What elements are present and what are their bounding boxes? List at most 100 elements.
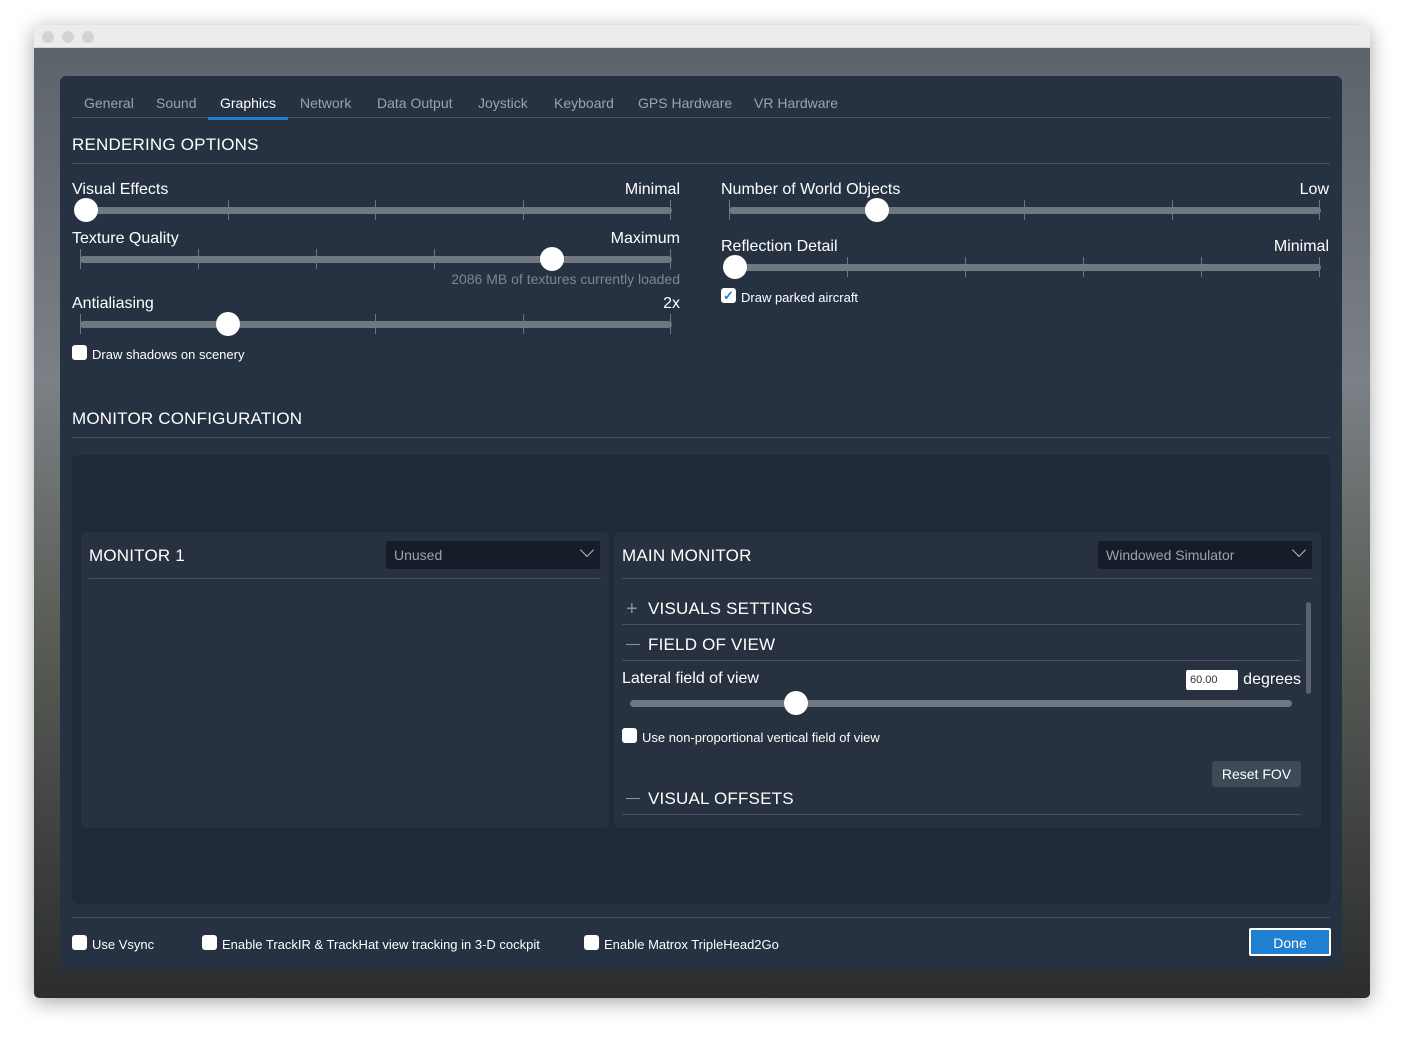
slider-tick <box>522 314 524 334</box>
trackir-checkbox[interactable] <box>202 935 217 950</box>
slider-tick <box>847 257 848 277</box>
zoom-window-button[interactable] <box>82 31 94 43</box>
tab-bar: General Sound Graphics Network Data Output Jo… <box>72 90 1330 120</box>
texture-quality-value: Maximum <box>610 230 680 247</box>
slider-tick <box>670 249 671 269</box>
divider <box>622 578 1313 579</box>
close-window-button[interactable] <box>42 31 54 43</box>
visual-effects-value: Minimal <box>624 181 680 198</box>
draw-shadows-label: Draw shadows on scenery <box>92 347 245 362</box>
reflection-detail-value: Minimal <box>1273 238 1329 255</box>
slider-tick <box>80 314 81 334</box>
slider-thumb[interactable] <box>215 312 240 336</box>
slider-tick <box>80 249 81 269</box>
matrox-checkbox[interactable] <box>584 935 599 950</box>
slider-tick <box>375 200 376 220</box>
divider <box>622 814 1301 815</box>
antialiasing-value: 2x <box>663 295 680 312</box>
monitor-1-card: MONITOR 1 Unused <box>81 532 609 828</box>
slider-tick <box>670 314 671 334</box>
reflection-detail-slider[interactable] <box>723 255 1321 279</box>
slider-thumb[interactable] <box>540 247 564 271</box>
world-objects-label: Number of World Objects <box>721 181 901 198</box>
minimize-window-button[interactable] <box>62 31 74 43</box>
slider-tick <box>1319 200 1320 220</box>
divider <box>89 578 601 579</box>
title-bar <box>34 25 1370 48</box>
visual-offsets-heading: VISUAL OFFSETS <box>648 789 794 808</box>
draw-shadows-checkbox[interactable] <box>72 345 87 360</box>
slider-thumb[interactable] <box>783 691 808 715</box>
divider <box>622 660 1301 661</box>
tab-network[interactable]: Network <box>300 95 351 111</box>
parked-aircraft-checkbox[interactable]: ✓ <box>721 288 736 303</box>
tab-keyboard[interactable]: Keyboard <box>554 95 614 111</box>
vsync-checkbox[interactable] <box>72 935 87 950</box>
visuals-settings-section-toggle[interactable]: + VISUALS SETTINGS <box>622 596 1301 624</box>
main-monitor-select[interactable]: Windowed Simulator <box>1098 541 1312 569</box>
slider-tick <box>729 200 730 220</box>
main-monitor-title: MAIN MONITOR <box>622 546 752 565</box>
divider <box>72 437 1330 438</box>
slider-tick <box>965 257 966 277</box>
tab-graphics[interactable]: Graphics <box>207 95 289 120</box>
tab-general[interactable]: General <box>84 95 134 111</box>
field-of-view-section-toggle[interactable]: FIELD OF VIEW <box>622 632 1301 660</box>
lateral-fov-input[interactable]: 60.00 <box>1186 670 1238 690</box>
tab-vr-hardware[interactable]: VR Hardware <box>754 95 838 111</box>
divider <box>622 624 1301 625</box>
done-button[interactable]: Done <box>1249 928 1331 956</box>
texture-quality-slider[interactable] <box>80 247 672 271</box>
trackir-label: Enable TrackIR & TrackHat view tracking … <box>222 937 540 952</box>
minus-icon <box>626 644 640 645</box>
main-monitor-card: MAIN MONITOR Windowed Simulator + VISUAL… <box>614 532 1321 828</box>
tab-gps-hardware[interactable]: GPS Hardware <box>638 95 732 111</box>
tab-data-output[interactable]: Data Output <box>377 95 453 111</box>
rendering-options-heading: RENDERING OPTIONS <box>72 135 259 154</box>
lateral-fov-slider[interactable] <box>630 691 1292 715</box>
slider-tick <box>375 314 376 334</box>
slider-tick <box>1083 257 1084 277</box>
visual-effects-slider[interactable] <box>74 198 672 222</box>
slider-thumb[interactable] <box>864 198 889 222</box>
monitor-layout-area: MONITOR 1 Unused MAIN MONITOR Windowed S… <box>72 455 1330 904</box>
app-window: General Sound Graphics Network Data Output Jo… <box>34 25 1370 998</box>
world-objects-value: Low <box>1299 181 1329 198</box>
slider-tick <box>670 200 671 220</box>
main-monitor-select-value: Windowed Simulator <box>1106 547 1235 563</box>
vsync-label: Use Vsync <box>92 937 155 952</box>
slider-thumb[interactable] <box>74 198 98 222</box>
tab-sound[interactable]: Sound <box>156 95 196 111</box>
antialiasing-slider[interactable] <box>80 312 672 336</box>
slider-thumb[interactable] <box>723 255 747 279</box>
field-of-view-heading: FIELD OF VIEW <box>648 635 776 654</box>
texture-memory-note: 2086 MB of textures currently loaded <box>451 271 680 287</box>
chevron-down-icon <box>579 542 595 558</box>
visual-effects-label: Visual Effects <box>72 181 169 198</box>
settings-dialog: General Sound Graphics Network Data Output Jo… <box>60 76 1342 969</box>
slider-tick <box>1319 257 1320 277</box>
reset-fov-button[interactable]: Reset FOV <box>1212 761 1301 787</box>
nonprop-fov-checkbox[interactable] <box>622 728 637 743</box>
scrollbar[interactable] <box>1306 602 1311 694</box>
chevron-down-icon <box>1291 542 1307 558</box>
visuals-settings-heading: VISUALS SETTINGS <box>648 599 813 618</box>
world-objects-slider[interactable] <box>729 198 1321 222</box>
divider <box>72 163 1330 164</box>
matrox-label: Enable Matrox TripleHead2Go <box>604 937 779 952</box>
reflection-detail-label: Reflection Detail <box>721 238 838 255</box>
monitor-1-select-value: Unused <box>394 547 443 563</box>
visual-offsets-section-toggle[interactable]: VISUAL OFFSETS <box>622 786 1301 814</box>
plus-icon: + <box>626 598 638 620</box>
slider-tick <box>522 200 524 220</box>
lateral-fov-label: Lateral field of view <box>622 670 759 687</box>
slider-tick <box>1171 200 1173 220</box>
slider-tick <box>1024 200 1025 220</box>
monitor-config-heading: MONITOR CONFIGURATION <box>72 409 303 428</box>
tab-joystick[interactable]: Joystick <box>478 95 528 111</box>
divider <box>72 917 1330 918</box>
slider-tick <box>434 249 435 269</box>
slider-tick <box>227 200 229 220</box>
slider-tick <box>1201 257 1202 277</box>
monitor-1-select[interactable]: Unused <box>386 541 600 569</box>
